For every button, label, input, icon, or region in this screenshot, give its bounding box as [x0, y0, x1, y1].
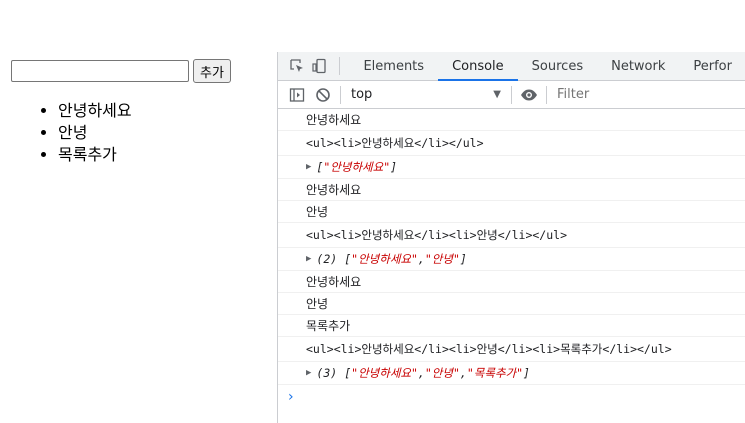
console-output: 안녕하세요 <ul><li>안녕하세요</li></ul> ▶[" 안녕하세요 "] 안녕…: [278, 109, 745, 385]
log-html-text: <ul><li>안녕하세요</li></ul>: [306, 136, 484, 150]
add-button[interactable]: 추가: [193, 59, 231, 83]
list-item: 안녕하세요: [58, 100, 132, 122]
tab-performance[interactable]: Perfor: [679, 52, 745, 80]
tab-sources[interactable]: Sources: [518, 52, 597, 80]
sidebar-toggle-icon[interactable]: [284, 81, 310, 108]
console-log-message: 안녕하세요: [278, 179, 745, 201]
log-text: 안녕: [306, 205, 329, 219]
item-text-input[interactable]: [11, 60, 189, 82]
tab-elements[interactable]: Elements: [349, 52, 438, 80]
list-item: 안녕: [58, 122, 132, 144]
context-selector[interactable]: top ▼: [345, 87, 507, 102]
string-quote: ": [516, 366, 524, 380]
devtools-panel: Elements Console Sources Network Perfor …: [277, 52, 745, 423]
array-bracket: ]: [390, 160, 398, 174]
console-prompt[interactable]: ›: [278, 385, 745, 409]
array-string-item: 목록추가: [473, 366, 517, 380]
dropdown-caret-icon: ▼: [493, 89, 501, 100]
tab-network[interactable]: Network: [597, 52, 679, 80]
log-html-text: <ul><li>안녕하세요</li><li>안녕</li></ul>: [306, 228, 567, 242]
string-quote: ": [351, 252, 359, 266]
array-string-item: 안녕하세요: [358, 252, 411, 266]
log-text: 목록추가: [306, 319, 351, 333]
item-list: 안녕하세요 안녕 목록추가: [38, 100, 132, 166]
string-quote: ": [323, 160, 331, 174]
console-log-message: 목록추가: [278, 315, 745, 337]
console-html-message: <ul><li>안녕하세요</li><li>안녕</li><li>목록추가</l…: [278, 337, 745, 362]
web-page: 추가 안녕하세요 안녕 목록추가: [0, 0, 277, 423]
expand-triangle-icon[interactable]: ▶: [306, 254, 311, 264]
log-text: 안녕하세요: [306, 275, 362, 289]
array-separator: ,: [417, 366, 425, 380]
string-quote: ": [466, 366, 474, 380]
console-html-message: <ul><li>안녕하세요</li><li>안녕</li></ul>: [278, 223, 745, 248]
array-string-item: 안녕: [431, 366, 453, 380]
console-log-message: 안녕: [278, 293, 745, 315]
log-text: 안녕: [306, 297, 329, 311]
log-text: 안녕하세요: [306, 183, 362, 197]
toolbar-divider: [511, 85, 512, 104]
string-quote: ": [452, 366, 460, 380]
console-html-message: <ul><li>안녕하세요</li></ul>: [278, 131, 745, 156]
array-separator: ,: [459, 366, 467, 380]
array-length: (2): [316, 252, 338, 266]
input-row: 추가: [11, 59, 231, 83]
string-quote: ": [410, 252, 418, 266]
eye-icon[interactable]: [516, 81, 542, 108]
device-toolbar-icon[interactable]: [308, 52, 330, 80]
string-quote: ": [410, 366, 418, 380]
log-html-text: <ul><li>안녕하세요</li><li>안녕</li><li>목록추가</l…: [306, 342, 672, 356]
console-log-message: 안녕하세요: [278, 109, 745, 131]
array-bracket: ]: [523, 366, 530, 380]
array-string-item: 안녕하세요: [330, 160, 384, 174]
filter-input[interactable]: [555, 83, 745, 106]
array-bracket: ]: [459, 252, 467, 266]
array-separator: ,: [417, 252, 425, 266]
string-quote: ": [351, 366, 359, 380]
console-array-message[interactable]: ▶[" 안녕하세요 "]: [278, 156, 745, 179]
tabbar-divider: [338, 57, 340, 75]
expand-triangle-icon[interactable]: ▶: [306, 162, 311, 172]
string-quote: ": [383, 160, 391, 174]
array-length: (3): [316, 366, 338, 380]
console-array-message[interactable]: ▶ (2)[" 안녕하세요 ", " 안녕 "]: [278, 248, 745, 271]
console-log-message: 안녕: [278, 201, 745, 223]
string-quote: ": [452, 252, 460, 266]
console-array-message[interactable]: ▶ (3)[" 안녕하세요 ", " 안녕 ", " 목록추가 "]: [278, 362, 745, 385]
array-bracket: [: [316, 160, 324, 174]
array-string-item: 안녕: [431, 252, 453, 266]
string-quote: ": [424, 366, 432, 380]
log-text: 안녕하세요: [306, 113, 362, 127]
console-log-message: 안녕하세요: [278, 271, 745, 293]
array-bracket: [: [344, 252, 352, 266]
console-toolbar: top ▼: [278, 81, 745, 109]
prompt-chevron-icon: ›: [288, 389, 294, 405]
toolbar-divider: [546, 85, 547, 104]
tab-console[interactable]: Console: [438, 52, 518, 81]
array-string-item: 안녕하세요: [358, 366, 411, 380]
devtools-tabbar: Elements Console Sources Network Perfor: [278, 52, 745, 81]
toolbar-divider: [340, 85, 341, 104]
expand-triangle-icon[interactable]: ▶: [306, 368, 311, 378]
context-label: top: [351, 87, 373, 102]
array-bracket: [: [344, 366, 352, 380]
inspect-element-icon[interactable]: [286, 52, 308, 80]
string-quote: ": [424, 252, 432, 266]
clear-console-icon[interactable]: [310, 81, 336, 108]
list-item: 목록추가: [58, 144, 132, 166]
